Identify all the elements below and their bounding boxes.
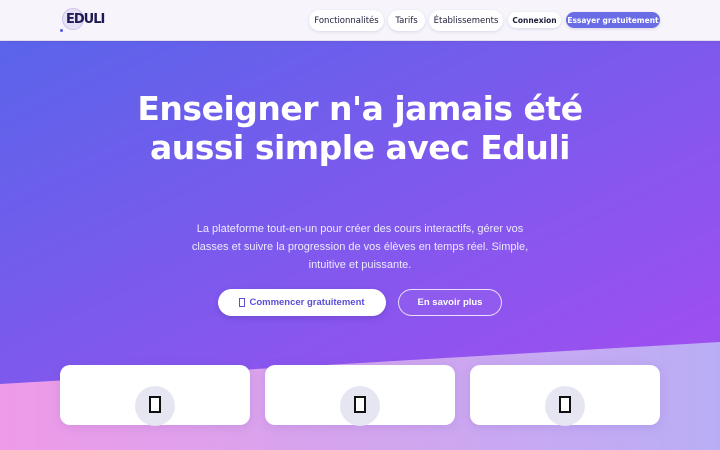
feature-card [60,365,250,426]
start-free-label: Commencer gratuitement [249,297,365,308]
document-icon [354,396,366,413]
feature-card [265,365,455,426]
login-label: Connexion [512,15,557,25]
try-free-label: Essayer gratuitement [567,15,659,25]
nav-link-fonctionnalites[interactable]: Fonctionnalités [309,10,384,31]
nav-link-label: Établissements [433,15,499,26]
learn-more-label: En savoir plus [417,297,483,308]
nav-link-label: Tarifs [395,15,418,26]
logo-text: EDULI [66,12,105,27]
hero-title: Enseigner n'a jamais été aussi simple av… [137,89,583,167]
learn-more-button[interactable]: En savoir plus [398,289,502,316]
login-button[interactable]: Connexion [508,12,561,28]
feature-card [470,365,660,426]
nav-link-label: Fonctionnalités [314,15,379,26]
document-icon [559,396,571,413]
start-free-button[interactable]: Commencer gratuitement [218,289,386,316]
logo-dot-icon [60,29,63,32]
nav-link-tarifs[interactable]: Tarifs [388,10,425,31]
hero-subtitle: La plateforme tout-en-un pour créer des … [191,223,529,271]
rocket-icon [239,298,246,307]
try-free-button[interactable]: Essayer gratuitement [566,12,660,28]
site-header: EDULI Fonctionnalités Tarifs Établisseme… [0,0,720,41]
document-icon [149,396,161,413]
eduli-logo[interactable]: EDULI [60,7,105,33]
nav-link-etablissements[interactable]: Établissements [429,10,503,31]
